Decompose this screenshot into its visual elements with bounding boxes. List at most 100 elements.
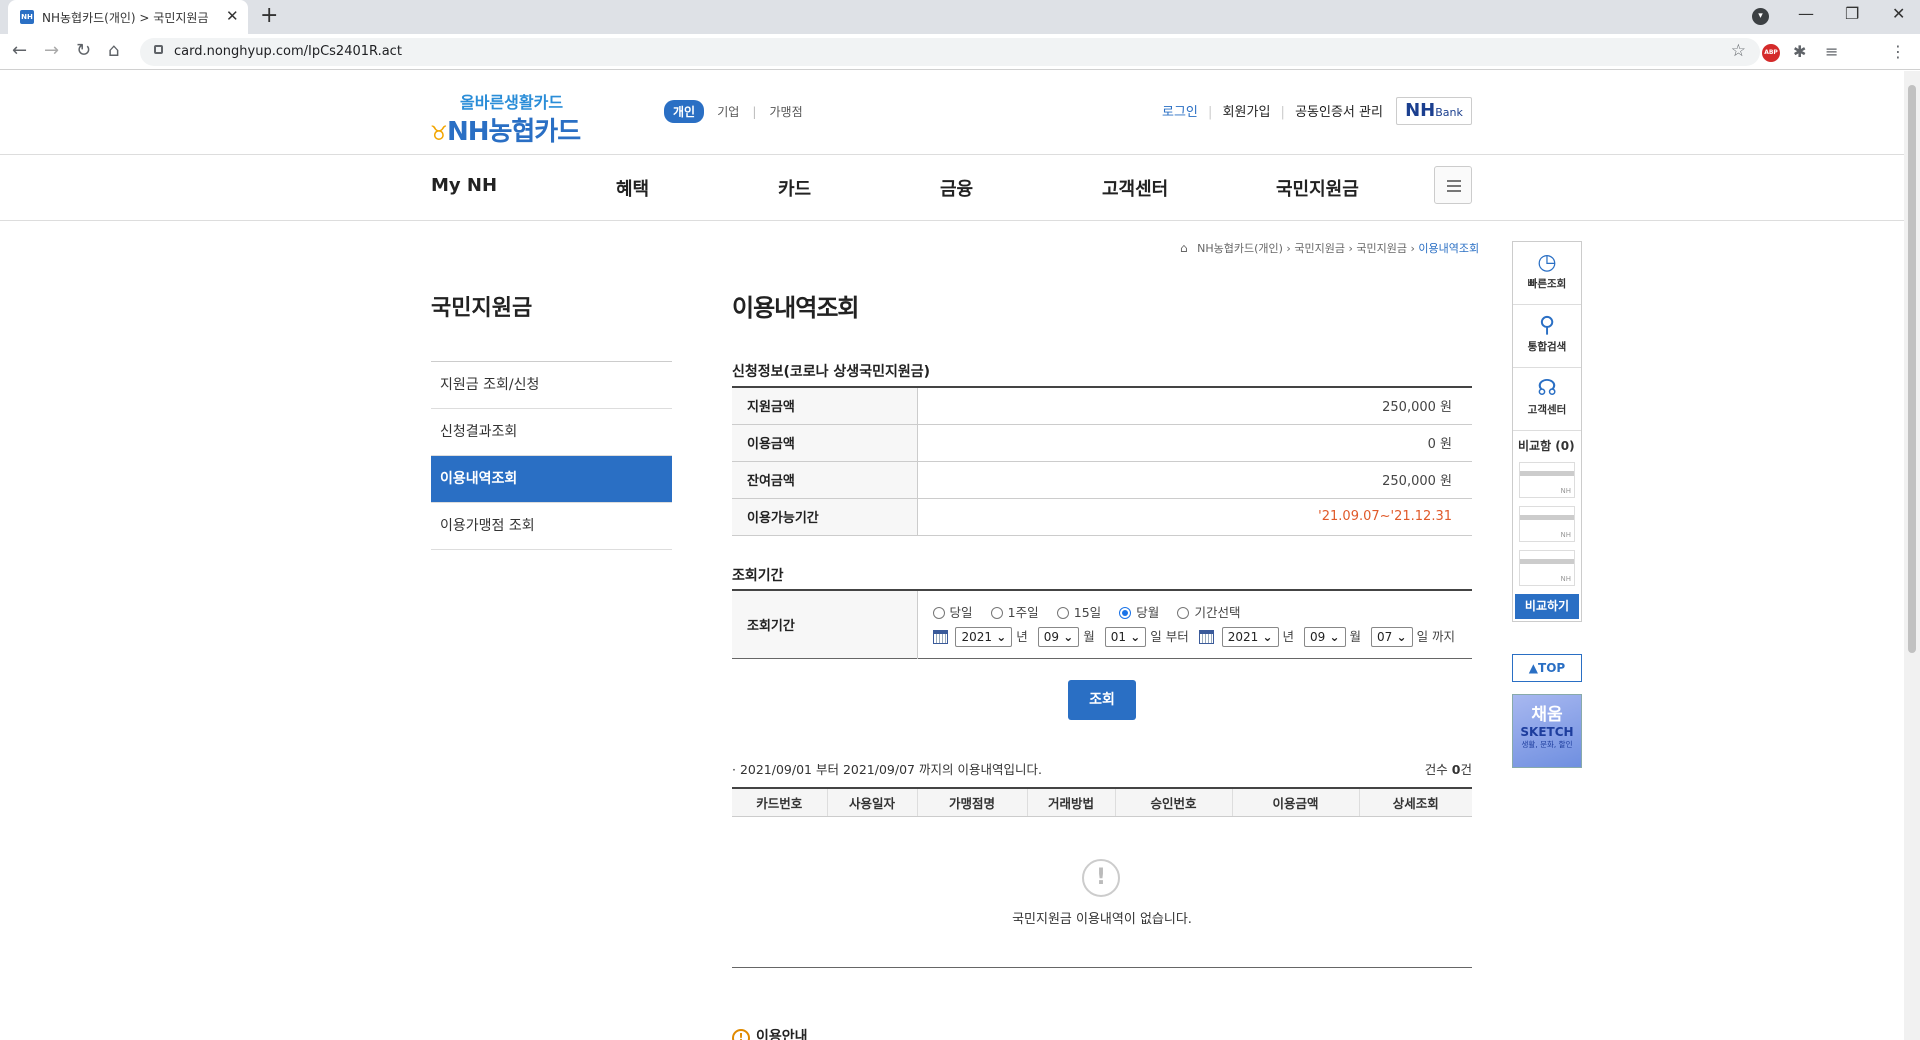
compare-slot-mark: NH — [1560, 531, 1572, 539]
extensions-icon[interactable]: ✱ — [1793, 42, 1806, 61]
radio-15days[interactable]: 15일 — [1056, 602, 1101, 621]
radio-today[interactable]: 당일 — [932, 602, 973, 621]
minimize-icon[interactable]: — — [1798, 4, 1814, 23]
table-row: 조회기간 당일 1주일 15일 당월 기간선택 2021년 09월 01일 부터 — [732, 590, 1472, 658]
sidebar-item-merchants[interactable]: 이용가맹점 조회 — [431, 503, 672, 550]
nh-bank-button[interactable]: NHBank — [1396, 97, 1472, 125]
adblock-extension-icon[interactable]: ABP — [1762, 44, 1780, 62]
search-button[interactable]: 조회 — [1068, 680, 1136, 720]
nav-customer-center[interactable]: 고객센터 — [1102, 175, 1168, 201]
signup-link[interactable]: 회원가입 — [1223, 105, 1271, 120]
compare-slot[interactable]: NH — [1519, 462, 1575, 498]
sidebar-title: 국민지원금 — [431, 296, 533, 321]
home-icon[interactable]: ⌂ — [108, 40, 119, 62]
nav-finance[interactable]: 금융 — [940, 175, 973, 201]
banner-line3: 생활, 문화, 할인 — [1521, 740, 1573, 749]
nav-card[interactable]: 카드 — [778, 175, 811, 201]
nhbank-sub: Bank — [1435, 106, 1463, 119]
hamburger-icon-line — [1447, 185, 1461, 187]
from-day-select[interactable]: 01 — [1104, 627, 1147, 647]
new-tab-icon[interactable]: + — [260, 4, 278, 28]
quick-label: 고객센터 — [1527, 404, 1567, 416]
calendar-icon[interactable] — [932, 629, 948, 644]
browser-menu-icon[interactable]: ⋮ — [1890, 42, 1906, 61]
period-section-title: 조회기간 — [732, 568, 784, 584]
radio-this-month[interactable]: 당월 — [1119, 602, 1159, 621]
result-count: 건수 0건 — [1425, 759, 1472, 778]
compare-slot[interactable]: NH — [1519, 506, 1575, 542]
home-icon[interactable]: ⌂ — [1180, 241, 1188, 255]
tab-search-icon[interactable]: ▾ — [1752, 8, 1769, 25]
period-controls: 당일 1주일 15일 당월 기간선택 2021년 09월 01일 부터 2021… — [917, 590, 1472, 658]
browser-tab[interactable]: NH NH농협카드(개인) > 국민지원금 ✕ — [8, 0, 248, 34]
unit-label: 일 까지 — [1416, 628, 1456, 644]
table-row: 잔여금액 250,000 원 — [732, 461, 1472, 499]
close-tab-icon[interactable]: ✕ — [226, 7, 239, 25]
browser-tabbar: NH NH농협카드(개인) > 국민지원금 ✕ + ▾ — ❐ ✕ — [0, 0, 1920, 34]
integrated-search-button[interactable]: ⚲ 통합검색 — [1513, 305, 1581, 368]
table-row: 이용금액 0 원 — [732, 424, 1472, 462]
quick-lookup-button[interactable]: ◷ 빠른조회 — [1513, 242, 1581, 305]
radio-1week[interactable]: 1주일 — [990, 602, 1039, 621]
breadcrumb-item[interactable]: 국민지원금 — [1356, 242, 1407, 255]
main-navigation: My NH 혜택 카드 금융 고객센터 국민지원금 — [0, 154, 1904, 221]
back-icon[interactable]: ← — [12, 40, 27, 62]
column-header: 가맹점명 — [917, 788, 1028, 817]
sidebar-item-apply[interactable]: 지원금 조회/신청 — [431, 362, 672, 409]
media-control-icon[interactable]: ≡ — [1825, 42, 1838, 61]
bookmark-star-icon[interactable]: ☆ — [1731, 41, 1746, 61]
radio-icon — [932, 606, 945, 619]
to-month-select[interactable]: 09 — [1304, 627, 1346, 647]
info-label: 이용가능기간 — [732, 498, 918, 536]
breadcrumb-item[interactable]: 국민지원금 — [1294, 242, 1345, 255]
chaeum-sketch-banner[interactable]: 채움 SKETCH 생활, 문화, 할인 — [1512, 694, 1582, 768]
radio-label: 당월 — [1136, 604, 1160, 620]
page: 올바른생활카드 ♉NH농협카드 개인 기업 | 가맹점 로그인 | 회원가입 |… — [0, 71, 1904, 1040]
column-header: 이용금액 — [1232, 788, 1360, 817]
logo[interactable]: ♉NH농협카드 — [430, 111, 581, 148]
nav-my-nh[interactable]: My NH — [431, 175, 497, 196]
customer-center-button[interactable]: ☊ 고객센터 — [1513, 368, 1581, 431]
window-close-icon[interactable]: ✕ — [1892, 4, 1905, 23]
radio-custom[interactable]: 기간선택 — [1177, 602, 1240, 621]
info-label: 이용금액 — [732, 424, 918, 462]
column-header: 상세조회 — [1359, 788, 1472, 817]
sidebar-item-history[interactable]: 이용내역조회 — [431, 456, 672, 503]
table-row: 지원금액 250,000 원 — [732, 387, 1472, 425]
banner-line1: 채움 — [1531, 705, 1563, 725]
quick-label: 빠른조회 — [1527, 278, 1567, 290]
info-section-title: 신청정보(코로나 상생국민지원금) — [732, 364, 930, 380]
restore-icon[interactable]: ❐ — [1845, 4, 1859, 23]
compare-button[interactable]: 비교하기 — [1515, 594, 1579, 619]
nav-national-support[interactable]: 국민지원금 — [1276, 175, 1359, 201]
login-link[interactable]: 로그인 — [1162, 105, 1198, 120]
radio-label: 기간선택 — [1194, 604, 1241, 620]
certificate-link[interactable]: 공동인증서 관리 — [1295, 105, 1383, 120]
table-header-row: 카드번호 사용일자 가맹점명 거래방법 승인번호 이용금액 상세조회 — [732, 788, 1472, 817]
from-month-select[interactable]: 09 — [1037, 627, 1080, 647]
tab-business[interactable]: 기업 — [717, 103, 739, 120]
unit-label: 월 — [1083, 628, 1095, 644]
reload-icon[interactable]: ↻ — [76, 40, 91, 62]
nav-benefits[interactable]: 혜택 — [616, 175, 649, 201]
radio-icon — [1056, 606, 1069, 619]
compare-slot[interactable]: NH — [1519, 550, 1575, 586]
to-year-select[interactable]: 2021 — [1221, 627, 1279, 647]
to-day-select[interactable]: 07 — [1371, 627, 1413, 647]
page-scrollbar[interactable] — [1904, 71, 1920, 1040]
url-text: card.nonghyup.com/IpCs2401R.act — [174, 44, 402, 59]
address-bar[interactable]: card.nonghyup.com/IpCs2401R.act ☆ — [140, 38, 1760, 66]
tab-merchant[interactable]: 가맹점 — [770, 103, 803, 120]
scrollbar-thumb[interactable] — [1908, 85, 1916, 653]
sidebar-item-result[interactable]: 신청결과조회 — [431, 409, 672, 456]
guide-title: 이용안내 — [756, 1029, 808, 1040]
empty-message: 국민지원금 이용내역이 없습니다. — [1012, 912, 1192, 927]
from-year-select[interactable]: 2021 — [955, 627, 1013, 647]
breadcrumb-item[interactable]: NH농협카드(개인) — [1197, 242, 1283, 255]
scroll-top-button[interactable]: ▲TOP — [1512, 654, 1582, 682]
tab-personal[interactable]: 개인 — [664, 100, 705, 123]
unit-label: 월 — [1349, 628, 1362, 644]
all-menu-button[interactable] — [1434, 166, 1472, 204]
calendar-icon[interactable] — [1198, 629, 1214, 644]
forward-icon[interactable]: → — [44, 40, 59, 62]
